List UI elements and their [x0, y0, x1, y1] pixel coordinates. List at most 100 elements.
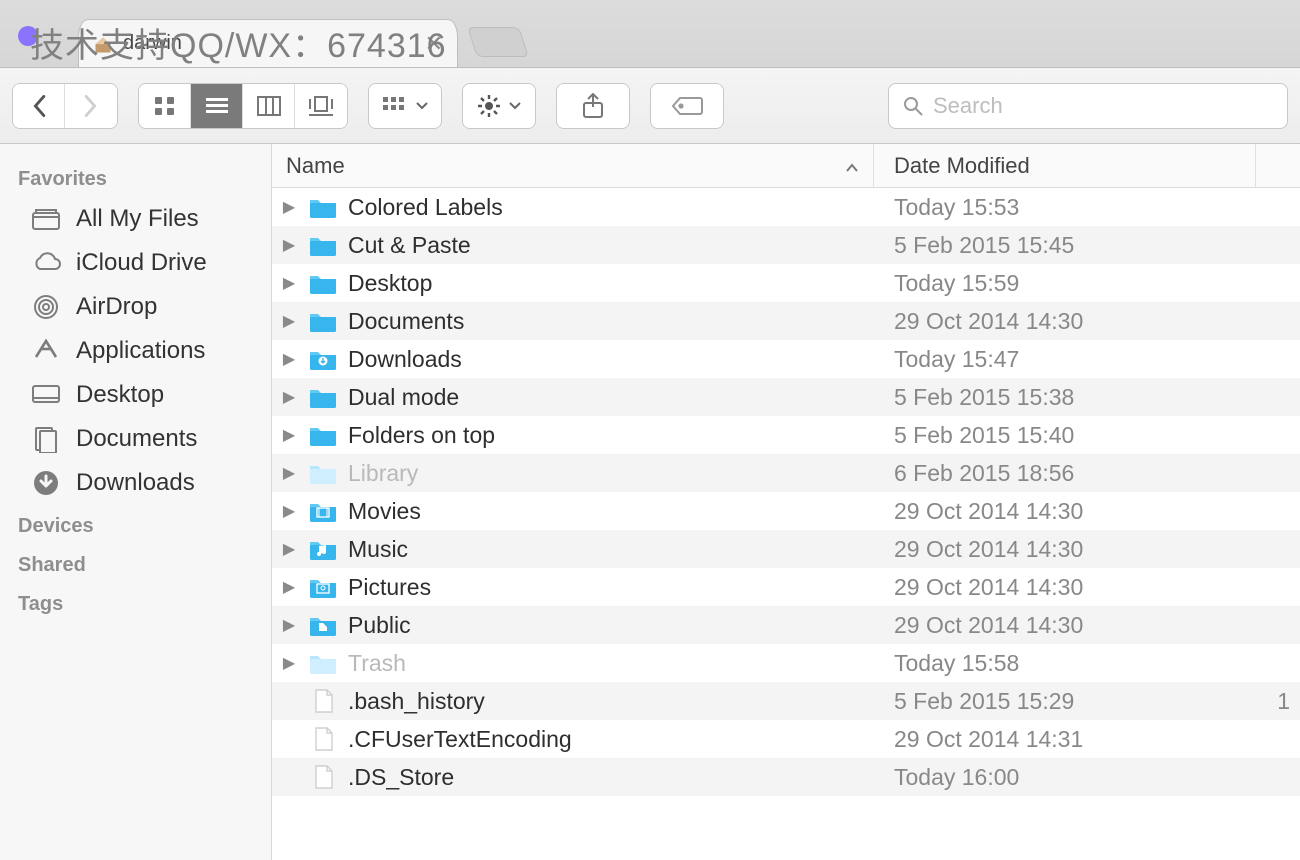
folder-icon	[308, 460, 338, 486]
file-date: Today 15:47	[874, 346, 1256, 373]
file-extra: 1	[1256, 688, 1300, 715]
sidebar-section-title: Shared	[0, 544, 271, 583]
folder-icon	[308, 574, 338, 600]
file-row[interactable]: ▶ Trash Today 15:58	[272, 644, 1300, 682]
sort-indicator-icon	[845, 153, 859, 179]
disclosure-triangle-icon[interactable]: ▶	[280, 653, 298, 673]
file-name: Music	[348, 536, 408, 563]
search-input[interactable]	[933, 93, 1273, 119]
disclosure-triangle-icon[interactable]: ▶	[280, 197, 298, 217]
sidebar: FavoritesAll My FilesiCloud DriveAirDrop…	[0, 144, 272, 860]
documents-icon	[30, 425, 62, 453]
coverflow-view-button[interactable]	[295, 84, 347, 128]
file-name: .DS_Store	[348, 764, 454, 791]
disclosure-triangle-icon[interactable]: ▶	[280, 235, 298, 255]
file-icon	[308, 688, 338, 714]
share-button[interactable]	[557, 84, 629, 128]
sidebar-section-title: Devices	[0, 505, 271, 544]
sidebar-item-airdrop[interactable]: AirDrop	[0, 285, 271, 329]
disclosure-triangle-icon[interactable]: ▶	[280, 539, 298, 559]
sidebar-item-all-my-files[interactable]: All My Files	[0, 197, 271, 241]
forward-button[interactable]	[65, 84, 117, 128]
browser-tab-active[interactable]: darwin ✕	[78, 19, 458, 67]
icon-view-button[interactable]	[139, 84, 191, 128]
folder-icon	[308, 536, 338, 562]
file-row[interactable]: ▶ Folders on top 5 Feb 2015 15:40	[272, 416, 1300, 454]
folder-icon	[308, 650, 338, 676]
tab-close-button[interactable]: ✕	[425, 31, 443, 57]
file-date: Today 15:53	[874, 194, 1256, 221]
sidebar-item-applications[interactable]: Applications	[0, 329, 271, 373]
new-tab-button[interactable]	[467, 27, 529, 57]
disclosure-triangle-icon[interactable]: ▶	[280, 615, 298, 635]
file-list-pane: Name Date Modified ▶ Colored Labels Toda…	[272, 144, 1300, 860]
file-row[interactable]: ▶ Desktop Today 15:59	[272, 264, 1300, 302]
share-button-group	[556, 83, 630, 129]
file-row[interactable]: .bash_history 5 Feb 2015 15:29 1	[272, 682, 1300, 720]
file-name: Desktop	[348, 270, 432, 297]
file-row[interactable]: ▶ Movies 29 Oct 2014 14:30	[272, 492, 1300, 530]
folder-icon	[308, 422, 338, 448]
list-header: Name Date Modified	[272, 144, 1300, 188]
arrange-button[interactable]	[369, 84, 441, 128]
file-name: Pictures	[348, 574, 431, 601]
file-row[interactable]: .DS_Store Today 16:00	[272, 758, 1300, 796]
file-row[interactable]: ▶ Public 29 Oct 2014 14:30	[272, 606, 1300, 644]
disclosure-triangle-icon[interactable]: ▶	[280, 425, 298, 445]
file-row[interactable]: ▶ Pictures 29 Oct 2014 14:30	[272, 568, 1300, 606]
browser-tab-strip: darwin ✕	[0, 0, 1300, 68]
folder-icon	[308, 270, 338, 296]
disclosure-triangle-icon[interactable]: ▶	[280, 349, 298, 369]
search-icon	[903, 96, 923, 116]
view-mode-buttons	[138, 83, 348, 129]
disclosure-triangle-icon[interactable]: ▶	[280, 577, 298, 597]
file-date: 29 Oct 2014 14:30	[874, 612, 1256, 639]
file-row[interactable]: ▶ Music 29 Oct 2014 14:30	[272, 530, 1300, 568]
list-view-button[interactable]	[191, 84, 243, 128]
tab-title: darwin	[123, 32, 415, 55]
search-field[interactable]	[888, 83, 1288, 129]
disclosure-triangle-icon[interactable]: ▶	[280, 311, 298, 331]
file-name: Library	[348, 460, 418, 487]
sidebar-item-label: iCloud Drive	[76, 249, 207, 277]
column-header-name-label: Name	[286, 153, 345, 179]
file-row[interactable]: ▶ Documents 29 Oct 2014 14:30	[272, 302, 1300, 340]
file-row[interactable]: ▶ Downloads Today 15:47	[272, 340, 1300, 378]
disclosure-triangle-icon[interactable]: ▶	[280, 273, 298, 293]
sidebar-item-label: Downloads	[76, 469, 195, 497]
file-date: 5 Feb 2015 15:45	[874, 232, 1256, 259]
column-header-date-label: Date Modified	[894, 153, 1030, 179]
file-date: 5 Feb 2015 15:40	[874, 422, 1256, 449]
file-row[interactable]: ▶ Library 6 Feb 2015 18:56	[272, 454, 1300, 492]
window-status-dot	[18, 26, 38, 46]
sidebar-item-label: Desktop	[76, 381, 164, 409]
file-name: Cut & Paste	[348, 232, 471, 259]
home-icon	[93, 35, 113, 53]
file-row[interactable]: ▶ Dual mode 5 Feb 2015 15:38	[272, 378, 1300, 416]
actions-button[interactable]	[463, 84, 535, 128]
airdrop-icon	[30, 293, 62, 321]
desktop-icon	[30, 381, 62, 409]
disclosure-triangle-icon[interactable]: ▶	[280, 501, 298, 521]
file-row[interactable]: ▶ Cut & Paste 5 Feb 2015 15:45	[272, 226, 1300, 264]
file-row[interactable]: ▶ Colored Labels Today 15:53	[272, 188, 1300, 226]
edit-tags-button[interactable]	[651, 84, 723, 128]
disclosure-triangle-icon[interactable]: ▶	[280, 463, 298, 483]
file-name: Downloads	[348, 346, 462, 373]
applications-icon	[30, 337, 62, 365]
file-rows: ▶ Colored Labels Today 15:53 ▶ Cut & Pas…	[272, 188, 1300, 860]
folder-icon	[308, 498, 338, 524]
file-row[interactable]: .CFUserTextEncoding 29 Oct 2014 14:31	[272, 720, 1300, 758]
sidebar-item-downloads[interactable]: Downloads	[0, 461, 271, 505]
all-my-files-icon	[30, 205, 62, 233]
column-header-date[interactable]: Date Modified	[874, 144, 1256, 187]
back-button[interactable]	[13, 84, 65, 128]
disclosure-triangle-icon[interactable]: ▶	[280, 387, 298, 407]
nav-buttons	[12, 83, 118, 129]
sidebar-item-icloud[interactable]: iCloud Drive	[0, 241, 271, 285]
folder-icon	[308, 308, 338, 334]
column-header-name[interactable]: Name	[272, 144, 874, 187]
column-view-button[interactable]	[243, 84, 295, 128]
sidebar-item-documents[interactable]: Documents	[0, 417, 271, 461]
sidebar-item-desktop[interactable]: Desktop	[0, 373, 271, 417]
